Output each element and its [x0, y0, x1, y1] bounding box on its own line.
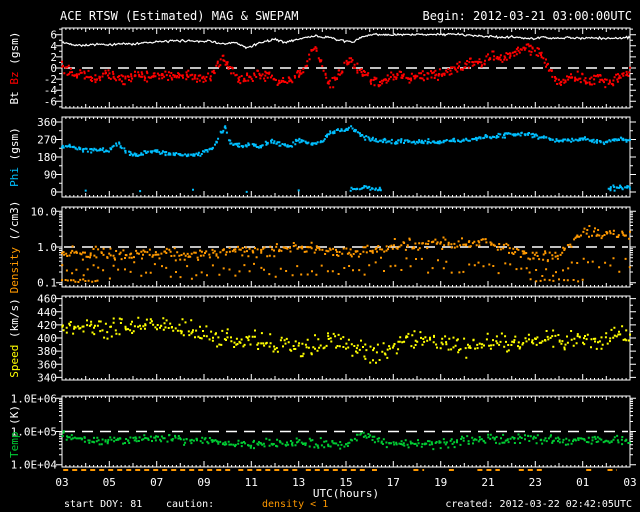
y-ticks [56, 121, 636, 193]
panel-phi: 360270180900Phi (gsm) [8, 116, 636, 199]
ytick-label: 180 [37, 151, 57, 164]
panel-frame [61, 206, 631, 288]
series-Phi-stray [84, 188, 300, 193]
series-Density-floor-a [61, 278, 99, 283]
ytick-label: 0.1 [37, 277, 57, 290]
y-axis-title: Speed (km/s) [8, 298, 21, 377]
series-Phi [61, 125, 631, 158]
caution-value: density < 1 [262, 499, 329, 510]
ytick-label: 90 [44, 169, 57, 182]
x-ticks [61, 296, 631, 380]
ytick-label: 400 [37, 332, 57, 345]
y-ticks [56, 298, 636, 378]
series-Phi-wrap-b [607, 184, 631, 192]
y-axis-title: Phi (gsm) [8, 127, 21, 187]
panel-mag: 6420-2-4-6Bt Bz (gsm) [8, 27, 636, 109]
series-Bz [61, 43, 631, 89]
ytick-label: 270 [37, 134, 57, 147]
ytick-label: 1.0E+04 [11, 459, 58, 472]
panel-density: 10.0 1.0 0.1 Density (/cm3) [8, 201, 636, 294]
series-Density-floor-b [529, 278, 584, 283]
series-Phi-wrap-a [349, 185, 382, 192]
ytick-label: 360 [37, 358, 57, 371]
x-ticks [61, 28, 631, 108]
ytick-label: -6 [44, 95, 57, 108]
panel-speed: 460440420400380360340 Speed (km/s) [8, 293, 636, 384]
y-axis-title: Temp (K) [8, 405, 21, 458]
x-ticks [61, 207, 631, 287]
ytick-label: 440 [37, 306, 57, 319]
y-axis-title: Density (/cm3) [8, 201, 21, 294]
panel-frame [61, 27, 631, 109]
series-Density [61, 225, 631, 263]
ytick-label: 420 [37, 319, 57, 332]
ytick-label: 1.0E+06 [11, 392, 57, 405]
series-Density-low [61, 256, 631, 280]
series-Temp [61, 430, 631, 451]
ytick-label: 10.0 [31, 205, 58, 218]
series-Speed [61, 316, 631, 364]
ytick-label: 380 [37, 345, 57, 358]
caution-label: caution: [166, 499, 215, 510]
ytick-label: 360 [37, 116, 57, 129]
chart-canvas: 6420-2-4-6Bt Bz (gsm)360270180900Phi (gs… [8, 27, 637, 489]
y-axis-title: Bt Bz (gsm) [8, 32, 21, 105]
ytick-label: 340 [37, 371, 57, 384]
ace-rtsw-plot: ACE RTSW (Estimated) MAG & SWEPAM Begin:… [0, 0, 640, 512]
panel-frame [61, 295, 631, 381]
x-ticks [61, 396, 631, 467]
ytick-label: 1.0 [37, 241, 57, 254]
created-timestamp: created: 2012-03-22 02:42:05UTC [445, 499, 632, 510]
series-Bt [61, 32, 631, 50]
start-doy-label: start DOY: 81 [64, 499, 143, 510]
panel-frame [61, 395, 631, 468]
panel-temp: 1.0E+061.0E+051.0E+04Temp (K) [8, 392, 636, 472]
ytick-label: 460 [37, 293, 57, 306]
